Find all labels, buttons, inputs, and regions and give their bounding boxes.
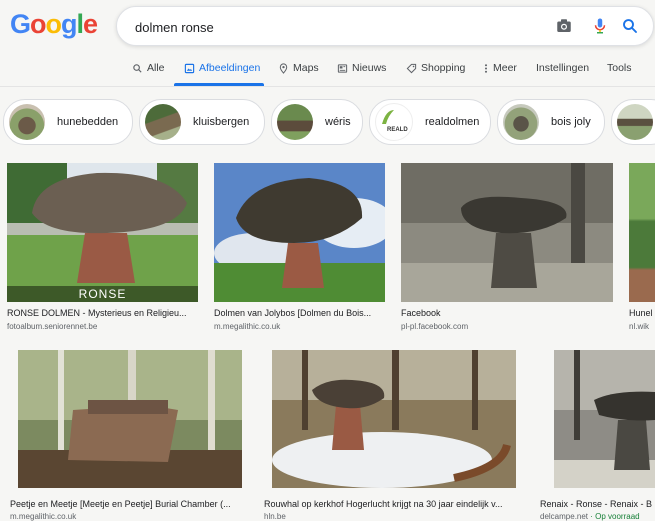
dolmen-photo: [214, 163, 385, 302]
dolmen-photo: [272, 350, 516, 488]
chip-thumbnail: REALD: [375, 103, 413, 141]
dolmen-photo: [18, 350, 242, 488]
chip-thumbnail: [277, 104, 313, 140]
tab-shopping[interactable]: Shopping: [406, 62, 465, 74]
result-title[interactable]: Hunel: [629, 308, 655, 318]
chip-thumbnail: [503, 104, 539, 140]
result-title[interactable]: Peetje en Meetje [Meetje en Peetje] Buri…: [10, 499, 242, 509]
result-thumbnail[interactable]: [214, 163, 385, 302]
chip-thumbnail: [617, 104, 653, 140]
microphone-icon[interactable]: [591, 17, 609, 35]
map-pin-icon: [279, 62, 288, 74]
result-title[interactable]: Renaix - Ronse - Renaix - B: [540, 499, 655, 509]
result-title[interactable]: Dolmen van Jolybos [Dolmen du Bois...: [214, 308, 385, 318]
result-title[interactable]: RONSE DOLMEN - Mysterieus en Religieu...: [7, 308, 198, 318]
result-source[interactable]: m.megalithic.co.uk: [214, 322, 385, 331]
chip-kluisbergen[interactable]: kluisbergen: [139, 99, 265, 145]
image-result[interactable]: Renaix - Ronse - Renaix - B delcampe.net…: [540, 350, 655, 521]
chip-thumbnail: [145, 104, 181, 140]
more-vert-icon: [484, 63, 488, 73]
result-title[interactable]: Rouwhal op kerkhof Hogerlucht krijgt na …: [264, 499, 524, 509]
tab-meer[interactable]: Meer: [483, 62, 517, 74]
result-title[interactable]: Facebook: [401, 308, 613, 318]
chip-more[interactable]: [611, 99, 655, 145]
result-thumbnail[interactable]: [629, 163, 655, 302]
search-icon: [133, 63, 142, 73]
result-thumbnail[interactable]: [18, 350, 242, 488]
image-overlay-label: RONSE: [7, 286, 198, 302]
result-thumbnail[interactable]: [401, 163, 613, 302]
image-icon: [184, 63, 195, 73]
dolmen-photo: [7, 163, 198, 302]
search-tabs: Alle Afbeeldingen Maps Nieuws Shopping M…: [0, 56, 655, 87]
chip-weris[interactable]: wéris: [271, 99, 363, 145]
tab-instellingen[interactable]: Instellingen: [536, 62, 589, 74]
tab-afbeeldingen[interactable]: Afbeeldingen: [184, 62, 260, 74]
image-result[interactable]: Rouwhal op kerkhof Hogerlucht krijgt na …: [264, 350, 524, 521]
search-icon[interactable]: [621, 17, 639, 35]
tab-tools[interactable]: Tools: [607, 62, 632, 74]
tab-nieuws[interactable]: Nieuws: [337, 62, 386, 74]
image-result[interactable]: Hunel nl.wik: [629, 163, 655, 335]
google-logo[interactable]: Google: [10, 9, 98, 40]
tab-alle[interactable]: Alle: [132, 62, 165, 74]
result-thumbnail[interactable]: [554, 350, 655, 488]
image-result[interactable]: RONSE RONSE DOLMEN - Mysterieus en Relig…: [7, 163, 198, 335]
camera-icon[interactable]: [555, 17, 573, 35]
chip-hunebedden[interactable]: hunebedden: [3, 99, 133, 145]
search-input[interactable]: [133, 16, 537, 38]
dolmen-photo: [401, 163, 613, 302]
active-tab-indicator: [174, 83, 264, 86]
result-source[interactable]: nl.wik: [629, 322, 655, 331]
result-source[interactable]: pl-pl.facebook.com: [401, 322, 613, 331]
image-result[interactable]: Facebook pl-pl.facebook.com: [401, 163, 613, 335]
tab-maps[interactable]: Maps: [278, 62, 319, 74]
realdolmen-logo-icon: [382, 110, 394, 124]
chip-thumbnail: [9, 104, 45, 140]
image-result[interactable]: Dolmen van Jolybos [Dolmen du Bois... m.…: [214, 163, 385, 335]
chip-bois-joly[interactable]: bois joly: [497, 99, 605, 145]
result-thumbnail[interactable]: [272, 350, 516, 488]
tag-icon: [406, 63, 417, 73]
dolmen-photo: [554, 350, 655, 488]
result-source[interactable]: fotoalbum.seniorennet.be: [7, 322, 198, 331]
chip-realdolmen[interactable]: REALD realdolmen: [369, 99, 491, 145]
image-result[interactable]: Peetje en Meetje [Meetje en Peetje] Buri…: [7, 350, 242, 521]
result-thumbnail[interactable]: RONSE: [7, 163, 198, 302]
news-icon: [337, 63, 348, 73]
search-box[interactable]: [116, 6, 654, 46]
